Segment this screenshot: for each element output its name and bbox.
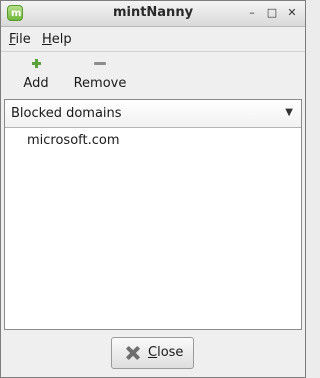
maximize-button[interactable]: □	[265, 6, 279, 20]
domain-list-item[interactable]: microsoft.com	[27, 133, 120, 148]
close-icon	[125, 345, 141, 361]
dropdown-selected: Blocked domains	[11, 106, 122, 121]
toolbar: Add Remove	[1, 53, 305, 97]
help-label-rest: elp	[51, 32, 72, 47]
list-type-dropdown[interactable]: Blocked domains ▼	[5, 100, 301, 128]
window-close-button[interactable]: ✕	[285, 6, 299, 20]
close-label: Close	[148, 345, 183, 360]
plus-icon	[21, 57, 51, 73]
file-label-rest: ile	[15, 32, 31, 47]
menu-file[interactable]: File	[9, 32, 31, 47]
help-mnemonic: H	[42, 32, 52, 47]
chevron-down-icon: ▼	[285, 107, 293, 118]
remove-button[interactable]: Remove	[71, 57, 129, 91]
add-button[interactable]: Add	[21, 57, 51, 91]
domains-panel: Blocked domains ▼ microsoft.com	[4, 99, 302, 330]
window-title: mintNanny	[112, 5, 194, 20]
minus-icon	[71, 57, 129, 73]
main-window: m mintNanny – □ ✕ File Help Add Remove B…	[0, 0, 306, 378]
close-label-rest: lose	[157, 345, 184, 360]
menubar-divider	[1, 51, 305, 52]
titlebar[interactable]: m mintNanny – □ ✕	[1, 1, 305, 27]
menubar: File Help	[1, 27, 305, 51]
close-button[interactable]: Close	[111, 337, 194, 369]
menu-help[interactable]: Help	[42, 32, 72, 47]
remove-label: Remove	[73, 76, 127, 91]
minimize-button[interactable]: –	[245, 6, 259, 20]
close-mnemonic: C	[148, 345, 158, 360]
add-label: Add	[23, 76, 49, 91]
